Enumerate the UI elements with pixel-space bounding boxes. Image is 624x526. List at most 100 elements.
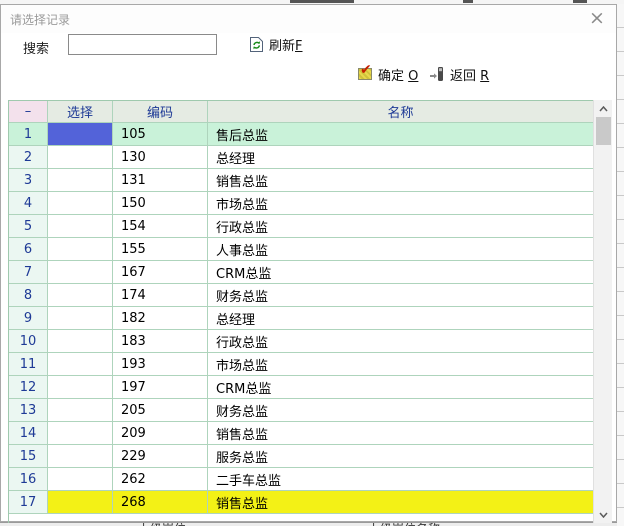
row-name: 二手车总监 bbox=[208, 468, 593, 491]
titlebar: 请选择记录 × bbox=[1, 5, 616, 33]
row-code: 155 bbox=[113, 238, 208, 261]
table-row[interactable]: 13 205 财务总监 bbox=[9, 399, 593, 422]
row-select-cell[interactable] bbox=[48, 261, 113, 284]
row-select-cell[interactable] bbox=[48, 491, 113, 514]
row-code: 174 bbox=[113, 284, 208, 307]
refresh-button[interactable]: 刷新F bbox=[249, 34, 303, 54]
table-row[interactable]: 16 262 二手车总监 bbox=[9, 468, 593, 491]
confirm-label: 确定 O bbox=[378, 65, 418, 84]
confirm-button[interactable]: ✔ 确定 O bbox=[358, 65, 418, 83]
records-table: – 选择 编码 名称 1 105 售后总监 2 130 总经理 3 131 销售… bbox=[8, 100, 593, 523]
column-header-select[interactable]: 选择 bbox=[48, 101, 113, 123]
row-name: 总经理 bbox=[208, 146, 593, 169]
column-header-name[interactable]: 名称 bbox=[208, 101, 593, 123]
search-label: 搜索 bbox=[23, 38, 49, 57]
row-select-cell[interactable] bbox=[48, 330, 113, 353]
row-code: 268 bbox=[113, 491, 208, 514]
row-name: 总经理 bbox=[208, 307, 593, 330]
table-row[interactable]: 2 130 总经理 bbox=[9, 146, 593, 169]
table-body: 1 105 售后总监 2 130 总经理 3 131 销售总监 4 150 市场… bbox=[9, 123, 593, 514]
table-row[interactable]: 6 155 人事总监 bbox=[9, 238, 593, 261]
occluded-window-fragment bbox=[290, 0, 354, 3]
row-index: 12 bbox=[9, 376, 48, 399]
row-index: 4 bbox=[9, 192, 48, 215]
return-button[interactable]: 返回 R bbox=[429, 65, 489, 83]
row-code: 150 bbox=[113, 192, 208, 215]
column-header-code[interactable]: 编码 bbox=[113, 101, 208, 123]
return-label: 返回 R bbox=[450, 65, 489, 84]
row-code: 154 bbox=[113, 215, 208, 238]
table-row[interactable]: 11 193 市场总监 bbox=[9, 353, 593, 376]
scroll-up-icon[interactable] bbox=[594, 100, 613, 117]
row-select-cell[interactable] bbox=[48, 445, 113, 468]
row-name: CRM总监 bbox=[208, 261, 593, 284]
row-name: 市场总监 bbox=[208, 192, 593, 215]
table-row[interactable]: 1 105 售后总监 bbox=[9, 123, 593, 146]
row-index: 14 bbox=[9, 422, 48, 445]
row-index: 10 bbox=[9, 330, 48, 353]
row-name: 市场总监 bbox=[208, 353, 593, 376]
row-code: 131 bbox=[113, 169, 208, 192]
row-code: 197 bbox=[113, 376, 208, 399]
row-name: 财务总监 bbox=[208, 284, 593, 307]
row-index: 15 bbox=[9, 445, 48, 468]
row-code: 130 bbox=[113, 146, 208, 169]
row-select-cell[interactable] bbox=[48, 284, 113, 307]
table-row[interactable]: 9 182 总经理 bbox=[9, 307, 593, 330]
table-header-row: – 选择 编码 名称 bbox=[9, 101, 593, 123]
row-index: 11 bbox=[9, 353, 48, 376]
row-select-cell[interactable] bbox=[48, 422, 113, 445]
row-name: 服务总监 bbox=[208, 445, 593, 468]
scrollbar-thumb[interactable] bbox=[596, 117, 611, 145]
close-icon[interactable]: × bbox=[586, 7, 608, 29]
table-row[interactable]: 14 209 销售总监 bbox=[9, 422, 593, 445]
row-index: 17 bbox=[9, 491, 48, 514]
table-row[interactable]: 8 174 财务总监 bbox=[9, 284, 593, 307]
row-name: CRM总监 bbox=[208, 376, 593, 399]
table-row[interactable]: 3 131 销售总监 bbox=[9, 169, 593, 192]
row-code: 262 bbox=[113, 468, 208, 491]
scroll-down-icon[interactable] bbox=[594, 506, 613, 523]
row-select-cell[interactable] bbox=[48, 307, 113, 330]
row-name: 售后总监 bbox=[208, 123, 593, 146]
row-code: 105 bbox=[113, 123, 208, 146]
row-select-cell[interactable] bbox=[48, 376, 113, 399]
checkmark-icon: ✔ bbox=[358, 68, 372, 80]
occluded-window-fragment bbox=[463, 0, 473, 3]
table-row[interactable]: 12 197 CRM总监 bbox=[9, 376, 593, 399]
table-row[interactable]: 10 183 行政总监 bbox=[9, 330, 593, 353]
row-index: 5 bbox=[9, 215, 48, 238]
row-select-cell[interactable] bbox=[48, 353, 113, 376]
column-header-index[interactable]: – bbox=[9, 101, 48, 123]
row-select-cell[interactable] bbox=[48, 215, 113, 238]
row-name: 人事总监 bbox=[208, 238, 593, 261]
row-select-cell[interactable] bbox=[48, 192, 113, 215]
row-select-cell[interactable] bbox=[48, 123, 113, 146]
row-select-cell[interactable] bbox=[48, 146, 113, 169]
row-select-cell[interactable] bbox=[48, 169, 113, 192]
row-index: 8 bbox=[9, 284, 48, 307]
row-index: 3 bbox=[9, 169, 48, 192]
table-row[interactable]: 17 268 销售总监 bbox=[9, 491, 593, 514]
row-code: 182 bbox=[113, 307, 208, 330]
table-row[interactable]: 15 229 服务总监 bbox=[9, 445, 593, 468]
search-input[interactable] bbox=[68, 34, 217, 55]
table-row[interactable]: 4 150 市场总监 bbox=[9, 192, 593, 215]
dialog-title: 请选择记录 bbox=[10, 11, 70, 28]
row-code: 167 bbox=[113, 261, 208, 284]
row-select-cell[interactable] bbox=[48, 468, 113, 491]
vertical-scrollbar[interactable] bbox=[593, 100, 612, 523]
table-row[interactable]: 7 167 CRM总监 bbox=[9, 261, 593, 284]
row-name: 财务总监 bbox=[208, 399, 593, 422]
refresh-icon bbox=[249, 36, 264, 53]
row-name: 销售总监 bbox=[208, 169, 593, 192]
record-picker-dialog: 请选择记录 × 搜索 刷新F ✔ 确定 O 返回 R – bbox=[0, 4, 617, 522]
row-index: 2 bbox=[9, 146, 48, 169]
row-select-cell[interactable] bbox=[48, 238, 113, 261]
row-code: 209 bbox=[113, 422, 208, 445]
row-code: 193 bbox=[113, 353, 208, 376]
row-select-cell[interactable] bbox=[48, 399, 113, 422]
row-name: 行政总监 bbox=[208, 215, 593, 238]
table-row[interactable]: 5 154 行政总监 bbox=[9, 215, 593, 238]
row-index: 9 bbox=[9, 307, 48, 330]
